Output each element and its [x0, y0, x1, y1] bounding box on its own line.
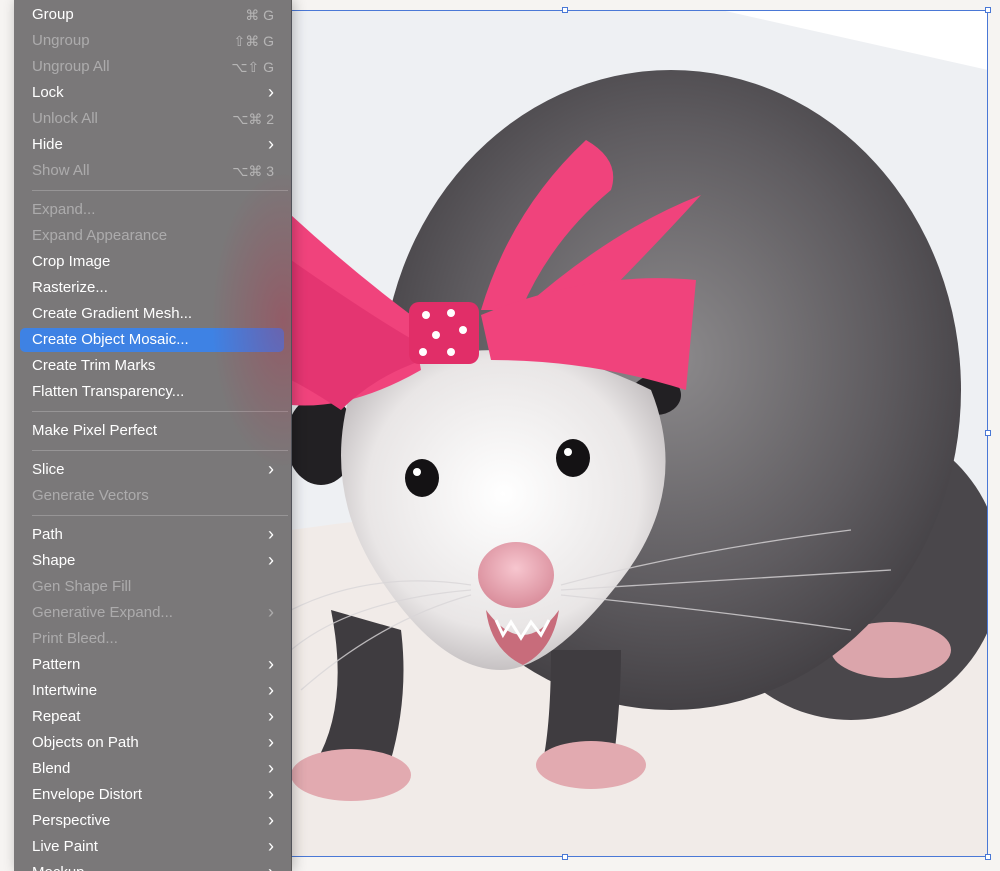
menu-item-envelope-distort[interactable]: Envelope Distort ›: [20, 783, 284, 807]
chevron-right-icon: ›: [268, 732, 274, 752]
menu-item-label: Live Paint: [32, 838, 98, 855]
menu-separator: [32, 190, 288, 191]
shortcut-label: ⌘ G: [245, 7, 274, 23]
menu-item-label: Flatten Transparency...: [32, 383, 185, 400]
chevron-right-icon: ›: [268, 524, 274, 544]
chevron-right-icon: ›: [268, 134, 274, 154]
menu-item-group[interactable]: Group ⌘ G: [20, 3, 284, 27]
shortcut-label: ⌥⌘ 3: [232, 163, 274, 179]
menu-item-label: Path: [32, 526, 63, 543]
chevron-right-icon: ›: [268, 836, 274, 856]
menu-item-label: Rasterize...: [32, 279, 108, 296]
menu-item-perspective[interactable]: Perspective ›: [20, 809, 284, 833]
chevron-right-icon: ›: [268, 810, 274, 830]
menu-item-expand-appearance: Expand Appearance: [20, 224, 284, 248]
chevron-right-icon: ›: [268, 602, 274, 622]
chevron-right-icon: ›: [268, 706, 274, 726]
menu-item-label: Print Bleed...: [32, 630, 118, 647]
menu-item-label: Blend: [32, 760, 71, 777]
menu-item-ungroup-all: Ungroup All ⌥⇧ G: [20, 55, 284, 79]
menu-item-label: Lock: [32, 84, 64, 101]
chevron-right-icon: ›: [268, 680, 274, 700]
menu-item-generate-vectors: Generate Vectors: [20, 484, 284, 508]
menu-item-label: Slice: [32, 461, 65, 478]
resize-handle-bottom-right[interactable]: [985, 854, 991, 860]
menu-item-label: Expand Appearance: [32, 227, 168, 244]
menu-item-shape[interactable]: Shape ›: [20, 549, 284, 573]
menu-item-repeat[interactable]: Repeat ›: [20, 705, 284, 729]
chevron-right-icon: ›: [268, 758, 274, 778]
menu-item-label: Ungroup: [32, 32, 90, 49]
menu-item-label: Envelope Distort: [32, 786, 143, 803]
menu-item-label: Ungroup All: [32, 58, 110, 75]
menu-item-objects-on-path[interactable]: Objects on Path ›: [20, 731, 284, 755]
menu-item-label: Make Pixel Perfect: [32, 422, 158, 439]
menu-item-blend[interactable]: Blend ›: [20, 757, 284, 781]
resize-handle-bottom-center[interactable]: [562, 854, 568, 860]
menu-item-label: Unlock All: [32, 110, 98, 127]
menu-item-label: Create Trim Marks: [32, 357, 156, 374]
menu-item-pattern[interactable]: Pattern ›: [20, 653, 284, 677]
menu-item-label: Repeat: [32, 708, 81, 725]
menu-item-generative-expand: Generative Expand... ›: [20, 601, 284, 625]
context-menu: Group ⌘ G Ungroup ⇧⌘ G Ungroup All ⌥⇧ G …: [14, 0, 292, 871]
menu-item-label: Mockup: [32, 861, 85, 871]
menu-item-rasterize[interactable]: Rasterize...: [20, 276, 284, 300]
menu-item-label: Hide: [32, 136, 63, 153]
menu-item-path[interactable]: Path ›: [20, 523, 284, 547]
menu-item-lock[interactable]: Lock ›: [20, 81, 284, 105]
menu-item-intertwine[interactable]: Intertwine ›: [20, 679, 284, 703]
menu-item-hide[interactable]: Hide ›: [20, 133, 284, 157]
opossum-illustration: [291, 10, 988, 857]
chevron-right-icon: ›: [268, 459, 274, 479]
menu-item-label: Pattern: [32, 656, 81, 673]
chevron-right-icon: ›: [268, 654, 274, 674]
menu-item-expand: Expand...: [20, 198, 284, 222]
menu-separator: [32, 411, 288, 412]
menu-item-show-all: Show All ⌥⌘ 3: [20, 159, 284, 183]
menu-item-label: Group: [32, 6, 74, 23]
menu-item-create-trim-marks[interactable]: Create Trim Marks: [20, 354, 284, 378]
menu-item-label: Perspective: [32, 812, 111, 829]
resize-handle-middle-right[interactable]: [985, 430, 991, 436]
menu-separator: [32, 515, 288, 516]
menu-item-create-object-mosaic[interactable]: Create Object Mosaic...: [20, 328, 284, 352]
resize-handle-top-center[interactable]: [562, 7, 568, 13]
menu-item-label: Intertwine: [32, 682, 98, 699]
menu-item-label: Objects on Path: [32, 734, 139, 751]
shortcut-label: ⌥⇧ G: [231, 59, 274, 75]
menu-item-gen-shape-fill: Gen Shape Fill: [20, 575, 284, 599]
opossum-photo[interactable]: [291, 10, 988, 857]
menu-item-label: Create Gradient Mesh...: [32, 305, 193, 322]
menu-item-label: Expand...: [32, 201, 96, 218]
menu-item-label: Shape: [32, 552, 76, 569]
menu-item-label: Crop Image: [32, 253, 111, 270]
menu-item-slice[interactable]: Slice ›: [20, 458, 284, 482]
shortcut-label: ⌥⌘ 2: [232, 111, 274, 127]
menu-item-unlock-all: Unlock All ⌥⌘ 2: [20, 107, 284, 131]
menu-item-ungroup: Ungroup ⇧⌘ G: [20, 29, 284, 53]
menu-item-print-bleed: Print Bleed...: [20, 627, 284, 651]
chevron-right-icon: ›: [268, 784, 274, 804]
menu-item-flatten-transparency[interactable]: Flatten Transparency...: [20, 380, 284, 404]
menu-item-label: Gen Shape Fill: [32, 578, 132, 595]
menu-item-label: Generative Expand...: [32, 604, 173, 621]
menu-item-live-paint[interactable]: Live Paint ›: [20, 835, 284, 859]
menu-item-label: Create Object Mosaic...: [32, 331, 189, 348]
menu-item-mockup[interactable]: Mockup ›: [20, 861, 284, 871]
chevron-right-icon: ›: [268, 550, 274, 570]
menu-item-label: Generate Vectors: [32, 487, 149, 504]
chevron-right-icon: ›: [268, 861, 274, 871]
menu-separator: [32, 450, 288, 451]
shortcut-label: ⇧⌘ G: [233, 33, 274, 49]
menu-item-crop-image[interactable]: Crop Image: [20, 250, 284, 274]
chevron-right-icon: ›: [268, 82, 274, 102]
resize-handle-top-right[interactable]: [985, 7, 991, 13]
menu-item-label: Show All: [32, 162, 90, 179]
menu-item-create-gradient-mesh[interactable]: Create Gradient Mesh...: [20, 302, 284, 326]
menu-item-make-pixel-perfect[interactable]: Make Pixel Perfect: [20, 419, 284, 443]
